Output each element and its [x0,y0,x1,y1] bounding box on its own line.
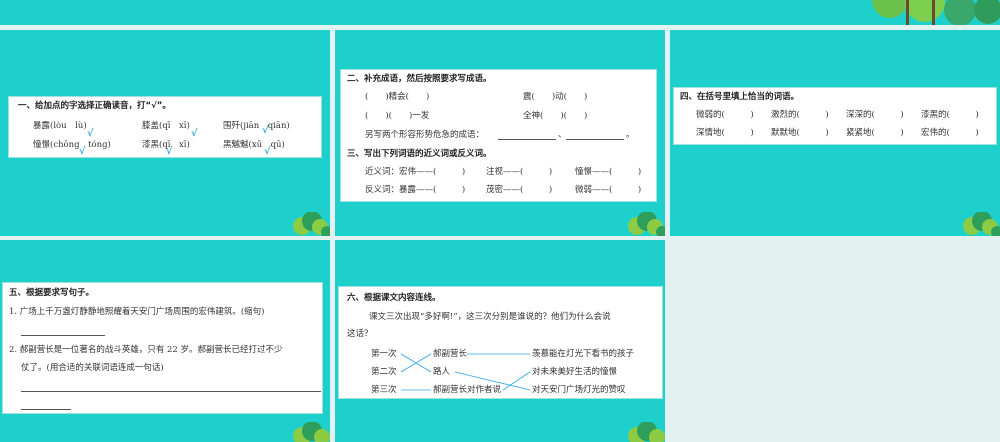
question-1-box: 一、给加点的字选择正确读音，打“√”。 暴露(lòu lù) 膝盖(qī xī)… [8,96,322,158]
idiom-prompt: 另写两个形容形势危急的成语： [365,130,485,140]
question-4-title: 四、在括号里填上恰当的词语。 [680,92,800,102]
check-mark-icon: √ [264,146,271,157]
antonym-item: 微弱——( ) [575,185,642,195]
tree-icon [293,422,330,442]
matching-lines [400,353,531,391]
question-5-box: 五、根据要求写句子。 1. 广场上千万盏灯静静地照耀着天安门广场周围的宏伟建筑。… [2,282,323,414]
fill-item: 漆黑的( ) [921,110,979,120]
pinyin-item: 黑魆魆(xū qū) [223,140,285,150]
fill-item: 深情地( ) [696,128,754,138]
idiom-item: ( )精会( ) [365,92,430,102]
top-banner [0,0,1000,25]
answer-blank [498,139,556,140]
check-mark-icon: √ [166,146,173,157]
antonym-item: 茂密——( ) [486,185,553,195]
tree-icon [628,212,665,236]
synonym-item: 注视——( ) [486,167,553,177]
fill-item: 默默地( ) [771,128,829,138]
fill-item: 宏伟的( ) [921,128,979,138]
fill-item: 激烈的( ) [771,110,829,120]
idiom-item: 震( )动( ) [523,92,588,102]
check-mark-icon: √ [87,128,94,139]
question-2-title: 二、补充成语，然后按照要求写成语。 [347,74,492,84]
question-2-3-box: 二、补充成语，然后按照要求写成语。 ( )精会( ) 震( )动( ) ( )(… [340,69,657,202]
tree-icon [293,212,330,236]
fill-item: 紧紧地( ) [846,128,904,138]
period: 。 [626,130,635,140]
check-mark-icon: √ [262,125,269,136]
answer-blank [21,335,105,336]
check-mark-icon: √ [191,128,198,139]
answer-blank [566,139,624,140]
question-5-title: 五、根据要求写句子。 [9,288,95,298]
pinyin-item: 暴露(lòu lù) [33,121,87,131]
synonym-item: 憧憬——( ) [575,167,642,177]
pinyin-item: 围歼(jiān qiān) [223,121,290,131]
idiom-item: 全神( )( ) [523,111,588,121]
question-6-box: 六、根据课文内容连线。 课文三次出现“多好啊!”，这三次分别是谁说的？他们为什么… [338,286,663,399]
fill-item: 微弱的( ) [696,110,754,120]
answer-blank [21,409,71,410]
check-mark-icon: √ [79,146,86,157]
idiom-item: ( )( )一发 [365,111,430,121]
sentence-2-cont: 仗了。(用合适的关联词语连成一句话) [21,363,164,373]
fill-item: 深深的( ) [846,110,904,120]
answer-blank [21,391,321,392]
tree-icon [963,212,1000,236]
question-3-title: 三、写出下列词语的近义词或反义词。 [347,149,492,159]
sentence-2: 2. 郝副营长是一位著名的战斗英雄，只有 22 岁。郝副营长已经打过不少 [9,345,283,355]
synonym-item: 近义词：宏伟——( ) [365,167,466,177]
sentence-1: 1. 广场上千万盏灯静静地照耀着天安门广场周围的宏伟建筑。(缩句) [9,307,265,317]
pinyin-item: 膝盖(qī xī) [142,121,190,131]
trees-decoration-icon [872,0,1000,25]
question-1-title: 一、给加点的字选择正确读音，打“√”。 [18,101,171,111]
question-4-box: 四、在括号里填上恰当的词语。 微弱的( ) 激烈的( ) 深深的( ) 漆黑的(… [673,87,997,145]
pinyin-item: 憧憬(chōng tóng) [33,140,111,150]
tree-icon [628,422,665,442]
antonym-item: 反义词：暴露——( ) [365,185,466,195]
